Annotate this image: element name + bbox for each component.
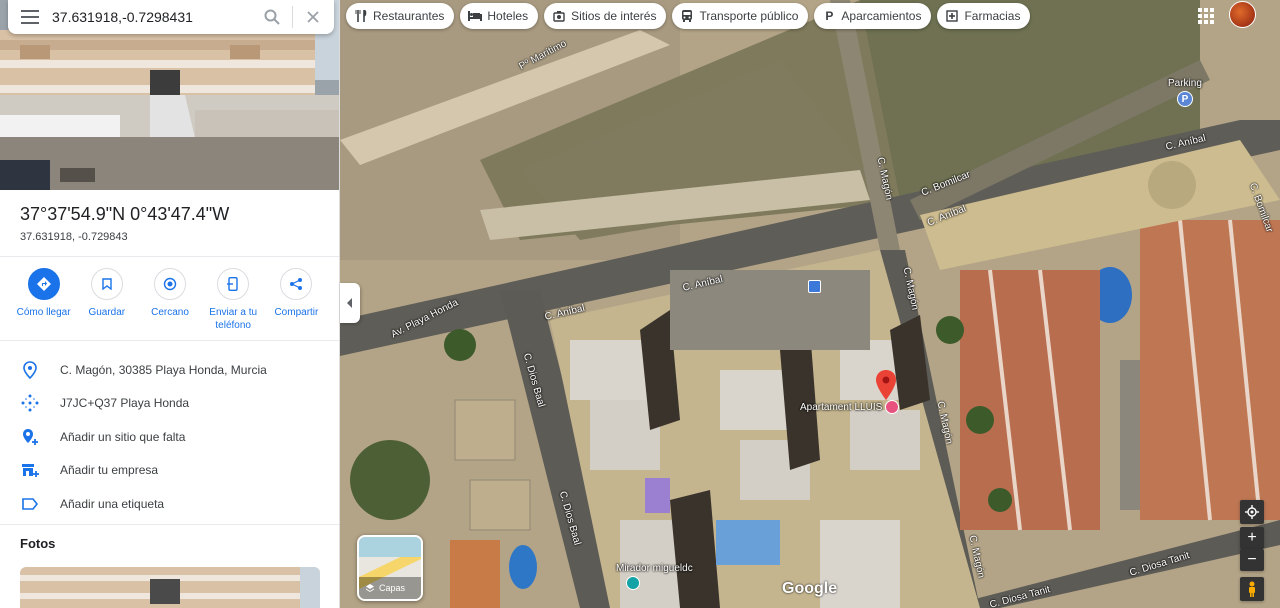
chip-transit-label: Transporte público bbox=[699, 9, 799, 23]
parking-icon: P bbox=[825, 9, 834, 23]
save-label: Guardar bbox=[88, 307, 126, 318]
send-to-phone-button[interactable]: Enviar a tu teléfono bbox=[202, 268, 265, 332]
place-panel: 37°37'54.9"N 0°43'47.4"W 37.631918, -0.7… bbox=[0, 0, 340, 608]
camera-marker-icon bbox=[626, 576, 640, 590]
layers-icon bbox=[366, 584, 374, 592]
coordinates-decimal: 37.631918, -0.729843 bbox=[20, 231, 128, 243]
add-label-row[interactable]: Añadir una etiqueta bbox=[0, 487, 339, 521]
share-label: Compartir bbox=[274, 307, 319, 318]
chip-transit[interactable]: Transporte público bbox=[672, 3, 809, 29]
chip-hotels-label: Hoteles bbox=[487, 9, 529, 23]
send-to-phone-label: Enviar a tu teléfono bbox=[209, 307, 258, 331]
viewpoint-label: Mirador migueldc bbox=[616, 563, 693, 574]
address-row[interactable]: C. Magón, 30385 Playa Honda, Murcia bbox=[0, 353, 339, 387]
my-location-button[interactable] bbox=[1240, 500, 1264, 524]
nearby-icon bbox=[154, 268, 186, 300]
layers-toggle[interactable]: Capas bbox=[357, 535, 423, 601]
plus-code-icon bbox=[0, 394, 60, 412]
chip-parking[interactable]: P Aparcamientos bbox=[814, 3, 932, 29]
label-icon bbox=[0, 495, 60, 513]
parking-label: Parking bbox=[1168, 78, 1202, 89]
send-to-phone-icon bbox=[217, 268, 250, 300]
parking-marker[interactable]: Parking P bbox=[1168, 78, 1202, 107]
apps-grid-icon[interactable] bbox=[1196, 6, 1216, 26]
divider bbox=[0, 524, 339, 525]
zoom-out-button[interactable]: − bbox=[1240, 549, 1264, 571]
zoom-in-button[interactable]: + bbox=[1240, 527, 1264, 549]
chevron-left-icon bbox=[347, 298, 352, 308]
street-view-pegman-button[interactable] bbox=[1240, 577, 1264, 601]
viewpoint-marker[interactable]: Mirador migueldc bbox=[616, 563, 693, 590]
layers-text: Capas bbox=[379, 583, 406, 593]
crosshair-icon bbox=[1245, 505, 1259, 519]
divider bbox=[0, 340, 339, 341]
hotel-icon bbox=[468, 9, 483, 23]
chip-hotels[interactable]: Hoteles bbox=[460, 3, 539, 29]
plus-code-text: J7JC+Q37 Playa Honda bbox=[60, 396, 190, 411]
poi-marker[interactable]: Apartament LLUIS bbox=[800, 400, 900, 414]
details-list: C. Magón, 30385 Playa Honda, Murcia J7JC… bbox=[0, 353, 339, 521]
close-icon[interactable] bbox=[293, 0, 333, 34]
location-pin-icon bbox=[0, 360, 60, 379]
bus-stop-icon[interactable] bbox=[808, 280, 821, 293]
coordinates-block: 37°37'54.9"N 0°43'47.4"W 37.631918, -0.7… bbox=[20, 204, 229, 243]
add-place-icon bbox=[0, 428, 60, 446]
add-business-row[interactable]: Añadir tu empresa bbox=[0, 454, 339, 488]
layers-label: Capas bbox=[359, 577, 421, 599]
add-business-icon bbox=[0, 461, 60, 479]
menu-icon[interactable] bbox=[8, 0, 52, 34]
collapse-panel-button[interactable] bbox=[340, 283, 360, 323]
save-button[interactable]: Guardar bbox=[75, 268, 138, 332]
add-business-text: Añadir tu empresa bbox=[60, 463, 159, 478]
chip-attractions-label: Sitios de interés bbox=[571, 9, 657, 23]
chip-attractions[interactable]: Sitios de interés bbox=[544, 3, 667, 29]
chip-parking-label: Aparcamientos bbox=[841, 9, 922, 23]
plus-code-row[interactable]: J7JC+Q37 Playa Honda bbox=[0, 387, 339, 421]
chip-pharmacies-label: Farmacias bbox=[964, 9, 1021, 23]
satellite-map[interactable]: Pº Marítimo C. Aníbal C. Aníbal C. Aníba… bbox=[340, 0, 1280, 608]
restaurant-icon bbox=[354, 9, 368, 23]
share-button[interactable]: Compartir bbox=[265, 268, 328, 332]
share-icon bbox=[280, 268, 313, 300]
location-pin-marker[interactable] bbox=[875, 370, 897, 400]
search-input[interactable] bbox=[52, 2, 252, 32]
transit-icon bbox=[680, 9, 694, 23]
category-chips: Restaurantes Hoteles Sitios de interés T… bbox=[346, 3, 1031, 29]
user-avatar[interactable] bbox=[1229, 1, 1256, 28]
pharmacy-icon bbox=[945, 9, 959, 23]
chip-restaurants-label: Restaurantes bbox=[373, 9, 445, 23]
hotel-marker-icon bbox=[885, 400, 900, 414]
poi-label: Apartament LLUIS bbox=[800, 401, 883, 413]
pegman-icon bbox=[1249, 581, 1255, 597]
add-label-text: Añadir una etiqueta bbox=[60, 496, 165, 511]
divider bbox=[0, 256, 339, 257]
add-place-text: Añadir un sitio que falta bbox=[60, 429, 186, 444]
nearby-label: Cercano bbox=[151, 307, 189, 318]
chip-pharmacies[interactable]: Farmacias bbox=[937, 3, 1031, 29]
search-icon[interactable] bbox=[252, 0, 292, 34]
add-place-row[interactable]: Añadir un sitio que falta bbox=[0, 420, 339, 454]
directions-label: Cómo llegar bbox=[16, 307, 71, 318]
coordinates-dms: 37°37'54.9"N 0°43'47.4"W bbox=[20, 204, 230, 224]
chip-restaurants[interactable]: Restaurantes bbox=[346, 3, 455, 29]
attraction-icon bbox=[552, 9, 566, 23]
action-bar: Cómo llegar Guardar Cercano Enviar a tu … bbox=[12, 268, 328, 332]
nearby-button[interactable]: Cercano bbox=[138, 268, 201, 332]
red-pin-icon bbox=[876, 370, 896, 400]
address-text: C. Magón, 30385 Playa Honda, Murcia bbox=[60, 362, 267, 377]
directions-button[interactable]: Cómo llegar bbox=[12, 268, 75, 332]
bookmark-icon bbox=[90, 268, 123, 300]
photos-title: Fotos bbox=[20, 536, 56, 551]
directions-icon bbox=[27, 268, 60, 300]
parking-marker-icon: P bbox=[1176, 91, 1193, 107]
google-logo: Google bbox=[782, 580, 838, 597]
search-box[interactable] bbox=[8, 0, 334, 34]
photo-thumbnail[interactable] bbox=[20, 567, 320, 608]
